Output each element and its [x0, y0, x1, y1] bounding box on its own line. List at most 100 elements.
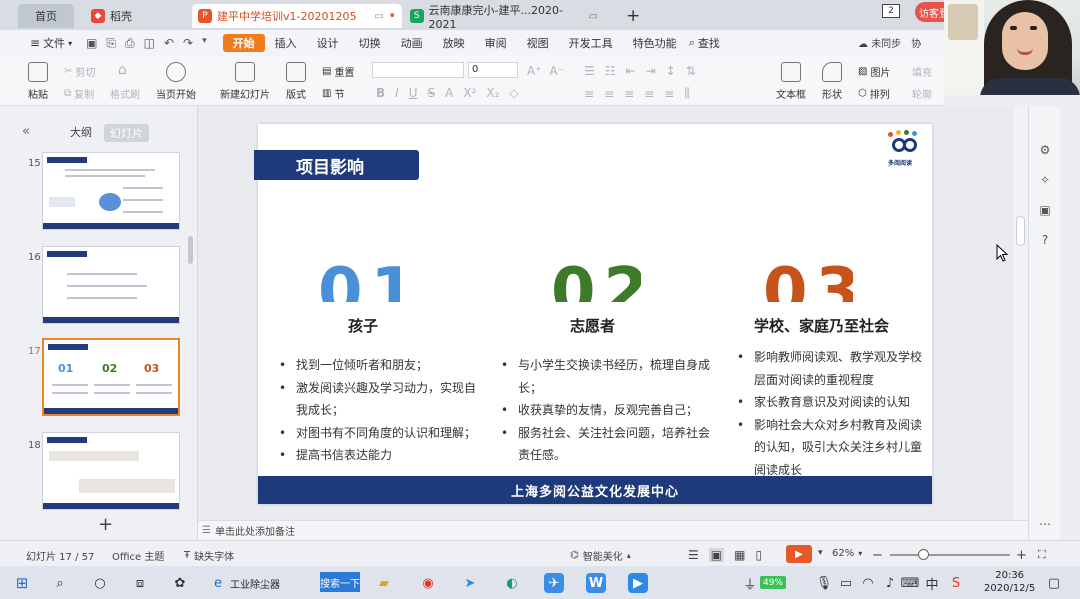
new-slide-button[interactable]: 新建幻灯片 [220, 62, 270, 101]
file-explorer-icon[interactable]: ▰ [374, 573, 394, 593]
windows-start-icon[interactable]: ⊞ [12, 573, 32, 593]
zoom-level[interactable]: 62% ▾ [832, 548, 862, 559]
fill-button[interactable]: 填充 [912, 64, 932, 79]
file-menu[interactable]: ≡ 文件 ▾ [30, 35, 72, 51]
decrease-font-icon[interactable]: A⁻ [550, 64, 565, 78]
arrange-button[interactable]: ⬡ 排列 [858, 86, 890, 101]
dingtalk-icon[interactable]: ✈ [544, 573, 564, 593]
slides-icon[interactable]: ▣ [1037, 202, 1053, 218]
bullet-list-icon[interactable]: ☰ [584, 64, 595, 78]
app-icon[interactable]: ✿ [170, 573, 190, 593]
print-preview-icon[interactable]: ◫ [144, 36, 155, 51]
tab-view[interactable]: 视图 [517, 34, 559, 52]
notes-toggle-icon[interactable]: ☰ [688, 548, 699, 562]
window-count-badge[interactable]: 2 [882, 4, 900, 18]
italic-icon[interactable]: I [395, 86, 399, 100]
help-icon[interactable]: ? [1037, 232, 1053, 248]
play-options-icon[interactable]: ▾ [818, 548, 823, 558]
indent-decrease-icon[interactable]: ⇤ [626, 64, 636, 78]
ie-window-label[interactable]: 工业除尘器 [230, 576, 280, 591]
sync-status[interactable]: ☁ 未同步 [858, 35, 901, 50]
cut-button[interactable]: ✂ 剪切 [64, 64, 95, 79]
save-icon[interactable]: ▣ [86, 36, 97, 51]
edge-icon[interactable]: ◐ [502, 573, 522, 593]
notes-pane[interactable]: ☰ 单击此处添加备注 [198, 520, 1028, 540]
theme-name[interactable]: Office 主题 [112, 548, 164, 563]
outline-button[interactable]: 轮廓 [912, 86, 932, 101]
slide-title[interactable]: 项目影响 [254, 150, 419, 180]
battery-indicator[interactable]: 49% [760, 576, 786, 589]
monitor-icon[interactable]: ▭ [589, 11, 598, 22]
more-icon[interactable]: ⋯ [1037, 516, 1053, 532]
ie-icon[interactable]: e [208, 573, 228, 593]
monitor-icon[interactable]: ▭ [374, 11, 383, 22]
print-icon[interactable]: ⎙ [125, 36, 135, 51]
slide-thumbnail-15[interactable] [42, 152, 180, 230]
tab-slideshow[interactable]: 放映 [433, 34, 475, 52]
tencent-meeting-icon[interactable]: ▶ [628, 573, 648, 593]
bold-icon[interactable]: B [376, 86, 385, 100]
underline-icon[interactable]: U [409, 86, 418, 100]
keyboard-icon[interactable]: ⌨ [900, 573, 920, 593]
align-left-icon[interactable]: ≡ [584, 87, 594, 101]
picture-button[interactable]: ▨ 图片 [858, 64, 890, 79]
zoom-out-icon[interactable]: − [872, 548, 883, 563]
slideshow-play-button[interactable]: ▶ [786, 545, 812, 563]
tab-animation[interactable]: 动画 [391, 34, 433, 52]
ime-icon[interactable]: 中 [922, 573, 942, 593]
justify-icon[interactable]: ≡ [644, 87, 654, 101]
microphone-icon[interactable]: 🎙 [814, 573, 834, 593]
undo-icon[interactable]: ↶ [164, 36, 174, 51]
tab-review[interactable]: 审阅 [475, 34, 517, 52]
canvas-scrollbar[interactable] [1013, 106, 1028, 520]
search-button[interactable]: 搜索一下 [320, 572, 360, 592]
reading-view-icon[interactable]: ▯ [755, 548, 762, 562]
feishu-icon[interactable]: ➤ [460, 573, 480, 593]
tab-slides[interactable]: 幻灯片 [104, 124, 149, 142]
slide-thumbnail-18[interactable] [42, 432, 180, 510]
align-center-icon[interactable]: ≡ [604, 87, 614, 101]
columns-icon[interactable]: ⫼ [684, 86, 690, 101]
add-slide-button[interactable]: + [98, 514, 113, 535]
smart-beautify-button[interactable]: ⌬ 智能美化 ▴ [570, 548, 631, 563]
missing-font-button[interactable]: Ŧ 缺失字体 [184, 548, 234, 563]
paste-button[interactable]: 粘贴 [28, 62, 48, 101]
scrollbar-thumb[interactable] [1016, 216, 1025, 246]
cortana-icon[interactable]: ○ [90, 573, 110, 593]
notification-icon[interactable]: ▢ [1044, 573, 1064, 593]
task-view-icon[interactable]: ⧈ [130, 573, 150, 593]
subscript-icon[interactable]: X₂ [486, 86, 499, 100]
format-painter-button[interactable]: 格式刷 [110, 86, 140, 101]
search-command[interactable]: ⌕ 查找 [689, 35, 720, 51]
redo-icon[interactable]: ↷ [183, 36, 193, 51]
tab-home[interactable]: 首页 [18, 4, 74, 28]
superscript-icon[interactable]: X² [463, 86, 476, 100]
clear-format-icon[interactable]: ◇ [509, 86, 518, 100]
collaborate-button[interactable]: 协 [911, 35, 921, 50]
netease-music-icon[interactable]: ◉ [418, 573, 438, 593]
tab-transition[interactable]: 切换 [349, 34, 391, 52]
tab-insert[interactable]: 插入 [265, 34, 307, 52]
ime-sogou-icon[interactable]: S [946, 573, 966, 593]
sorter-view-icon[interactable]: ▦ [734, 548, 745, 562]
numbered-list-icon[interactable]: ☷ [605, 64, 616, 78]
tab-start[interactable]: 开始 [222, 34, 265, 52]
battery-icon[interactable]: ▭ [836, 573, 856, 593]
font-name-input[interactable] [372, 62, 464, 78]
thumbnail-scrollbar[interactable] [188, 236, 193, 264]
bullet-list-2[interactable]: 与小学生交换读书经历，梳理自身成长； 收获真挚的友情，反观完善自己； 服务社会、… [498, 354, 712, 467]
wifi-icon[interactable]: ◠ [858, 573, 878, 593]
unsaved-dot-icon[interactable]: • [388, 9, 396, 24]
fit-window-icon[interactable]: ⛶ [1038, 548, 1046, 562]
align-right-icon[interactable]: ≡ [624, 87, 634, 101]
start-from-current-button[interactable]: 当页开始 [156, 62, 196, 101]
new-tab-button[interactable]: + [620, 4, 640, 28]
tab-special[interactable]: 特色功能 [623, 34, 687, 52]
text-direction-icon[interactable]: ⇅ [686, 64, 696, 78]
normal-view-icon[interactable]: ▣ [708, 548, 725, 562]
tab-spreadsheet[interactable]: S 云南康康完小-建平...2020-2021 ▭ [404, 4, 604, 31]
volume-icon[interactable]: ♪ [880, 573, 900, 593]
slide-thumbnail-17-active[interactable]: 01 02 03 [42, 338, 180, 416]
export-icon[interactable]: ⎘ [106, 36, 116, 51]
bullet-list-3[interactable]: 影响教师阅读观、教学观及学校层面对阅读的重视程度 家长教育意识及对阅读的认知 影… [734, 346, 924, 481]
